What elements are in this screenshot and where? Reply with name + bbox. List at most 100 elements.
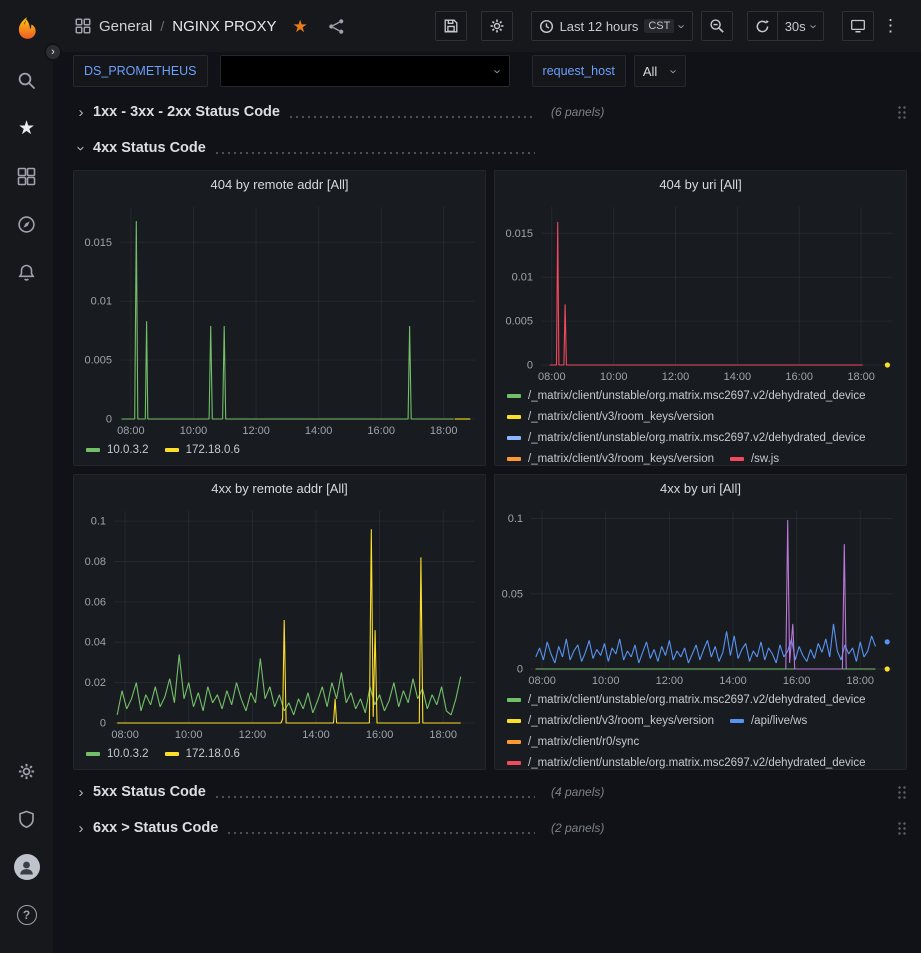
monitor-icon xyxy=(850,18,866,34)
share-icon[interactable] xyxy=(328,18,345,35)
row-1xx-3xx-2xx-status-code[interactable]: › 1xx - 3xx - 2xx Status Code (6 panels) xyxy=(73,98,907,126)
time-range-picker[interactable]: Last 12 hours CST › xyxy=(531,11,693,41)
breadcrumb-section[interactable]: General xyxy=(99,18,152,35)
time-series-chart[interactable]: 08:0010:0012:0014:0016:0018:0000.020.040… xyxy=(74,503,485,743)
row-drag-handle-icon[interactable] xyxy=(897,105,907,120)
legend-label: 10.0.3.2 xyxy=(107,748,149,760)
alerting-bell-icon[interactable] xyxy=(7,252,47,292)
panel-title[interactable]: 404 by remote addr [All] xyxy=(74,171,485,199)
svg-text:10:00: 10:00 xyxy=(592,675,620,687)
grafana-flame-icon xyxy=(14,15,40,41)
legend-label: /_matrix/client/unstable/org.matrix.msc2… xyxy=(528,694,866,706)
search-icon[interactable] xyxy=(7,60,47,100)
legend-item[interactable]: /_matrix/client/unstable/org.matrix.msc2… xyxy=(507,694,866,706)
panel-title[interactable]: 404 by uri [All] xyxy=(495,171,906,199)
kebab-icon: ⋮ xyxy=(882,16,899,36)
legend-label: 172.18.0.6 xyxy=(186,444,240,456)
row-5xx-status-code[interactable]: › 5xx Status Code (4 panels) xyxy=(73,778,907,806)
cycle-view-mode-button[interactable] xyxy=(842,11,874,41)
legend-label: /_matrix/client/r0/sync xyxy=(528,736,639,748)
dashboard-settings-button[interactable] xyxy=(481,11,513,41)
variable-host-select[interactable]: › xyxy=(220,55,510,87)
time-series-chart[interactable]: 08:0010:0012:0014:0016:0018:0000.0050.01… xyxy=(74,199,485,439)
svg-text:0.005: 0.005 xyxy=(505,316,533,328)
variable-request-host-select[interactable]: All › xyxy=(634,55,686,87)
dotted-leader xyxy=(214,151,535,155)
svg-text:0: 0 xyxy=(517,664,523,676)
legend: 10.0.3.2 172.18.0.6 xyxy=(74,439,485,465)
refresh-interval-dropdown[interactable]: 30s › xyxy=(777,11,824,41)
series-color-marker xyxy=(165,752,179,756)
panel-4xx-by-uri: 4xx by uri [All] 08:0010:0012:0014:0016:… xyxy=(494,474,907,770)
row-panel-count: (6 panels) xyxy=(551,105,604,119)
legend-item[interactable]: /api/live/ws xyxy=(730,715,807,727)
legend-item[interactable]: /_matrix/client/unstable/org.matrix.msc2… xyxy=(507,432,866,444)
svg-text:08:00: 08:00 xyxy=(111,729,139,741)
svg-text:10:00: 10:00 xyxy=(175,729,203,741)
variable-request-host-label[interactable]: request_host xyxy=(532,55,626,87)
user-profile-avatar[interactable] xyxy=(7,847,47,887)
svg-text:14:00: 14:00 xyxy=(719,675,747,687)
panel-title[interactable]: 4xx by remote addr [All] xyxy=(74,475,485,503)
chevron-right-icon: › xyxy=(73,820,89,837)
legend-item[interactable]: 10.0.3.2 xyxy=(86,444,149,456)
legend-item[interactable]: /sw.js xyxy=(730,453,779,465)
legend-label: 172.18.0.6 xyxy=(186,748,240,760)
row-drag-handle-icon[interactable] xyxy=(897,785,907,800)
server-admin-shield-icon[interactable] xyxy=(7,799,47,839)
grafana-logo[interactable] xyxy=(7,8,47,48)
variable-request-host-value: All xyxy=(643,64,657,79)
svg-text:0.06: 0.06 xyxy=(85,596,106,608)
legend-item[interactable]: /_matrix/client/unstable/org.matrix.msc2… xyxy=(507,390,866,402)
row-4xx-status-code[interactable]: › 4xx Status Code xyxy=(73,134,907,162)
legend-item[interactable]: 10.0.3.2 xyxy=(86,748,149,760)
svg-text:16:00: 16:00 xyxy=(785,371,813,383)
variable-ds-prometheus[interactable]: DS_PROMETHEUS xyxy=(73,55,208,87)
favorite-star-icon[interactable]: ★ xyxy=(292,18,307,35)
svg-text:0.01: 0.01 xyxy=(512,272,533,284)
legend-item[interactable]: /_matrix/client/r0/sync xyxy=(507,736,639,748)
settings-gear-icon[interactable] xyxy=(7,751,47,791)
legend-label: 10.0.3.2 xyxy=(107,444,149,456)
time-series-chart[interactable]: 08:0010:0012:0014:0016:0018:0000.050.1 xyxy=(495,503,906,689)
svg-text:0.02: 0.02 xyxy=(85,677,106,689)
legend-label: /_matrix/client/unstable/org.matrix.msc2… xyxy=(528,432,866,444)
svg-text:16:00: 16:00 xyxy=(783,675,811,687)
explore-compass-icon[interactable] xyxy=(7,204,47,244)
starred-dashboards-icon[interactable]: ★ xyxy=(7,108,47,148)
legend-item[interactable]: 172.18.0.6 xyxy=(165,748,240,760)
sidebar-expand-button[interactable]: › xyxy=(44,43,62,61)
legend-item[interactable]: /_matrix/client/v3/room_keys/version xyxy=(507,715,714,727)
avatar xyxy=(14,854,40,880)
help-icon[interactable]: ? xyxy=(7,895,47,935)
legend-label: /_matrix/client/unstable/org.matrix.msc2… xyxy=(528,390,866,402)
chevron-right-icon: › xyxy=(73,784,89,801)
save-icon xyxy=(443,18,459,34)
save-dashboard-button[interactable] xyxy=(435,11,467,41)
gear-icon xyxy=(489,18,505,34)
svg-text:0: 0 xyxy=(106,414,112,426)
legend-label: /sw.js xyxy=(751,453,779,465)
series-color-marker xyxy=(507,394,521,398)
refresh-interval-value: 30s xyxy=(785,19,806,34)
row-panel-count: (4 panels) xyxy=(551,785,604,799)
panel-title[interactable]: 4xx by uri [All] xyxy=(495,475,906,503)
dashboards-icon[interactable] xyxy=(7,156,47,196)
legend-item[interactable]: 172.18.0.6 xyxy=(165,444,240,456)
time-series-chart[interactable]: 08:0010:0012:0014:0016:0018:0000.0050.01… xyxy=(495,199,906,385)
legend-item[interactable]: /_matrix/client/v3/room_keys/version xyxy=(507,453,714,465)
apps-grid-icon xyxy=(75,18,91,34)
row-drag-handle-icon[interactable] xyxy=(897,821,907,836)
refresh-icon xyxy=(755,19,770,34)
kebab-menu-button[interactable]: ⋮ xyxy=(874,11,907,41)
row-title: 5xx Status Code xyxy=(93,784,206,800)
row-6xx-status-code[interactable]: › 6xx > Status Code (2 panels) xyxy=(73,814,907,842)
legend-item[interactable]: /_matrix/client/v3/room_keys/version xyxy=(507,411,714,423)
legend-item[interactable]: /_matrix/client/unstable/org.matrix.msc2… xyxy=(507,757,866,769)
chevron-down-icon: › xyxy=(676,24,689,28)
refresh-button[interactable] xyxy=(747,11,778,41)
svg-text:0.01: 0.01 xyxy=(91,296,112,308)
series-color-marker xyxy=(507,740,521,744)
zoom-out-button[interactable] xyxy=(701,11,733,41)
svg-text:0.04: 0.04 xyxy=(85,637,106,649)
